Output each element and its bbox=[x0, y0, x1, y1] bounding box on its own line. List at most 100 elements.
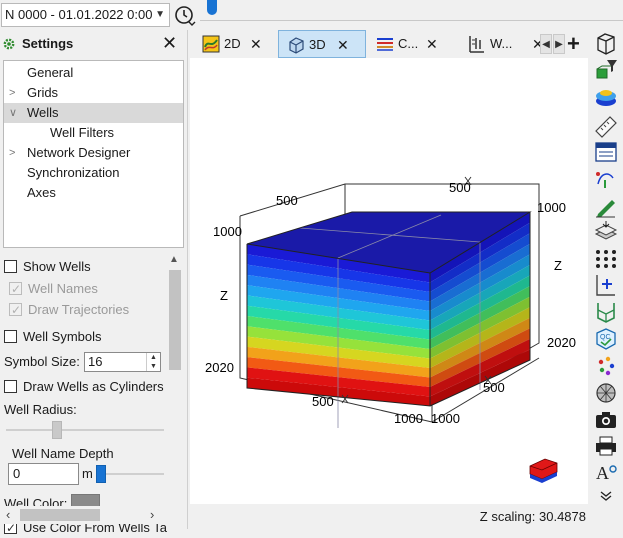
3d-viewport[interactable]: 500 500 1000 1000 Z 2020 Z 2020 500 1000… bbox=[190, 58, 588, 504]
draw-trajectories-checkbox: Draw Trajectories bbox=[9, 300, 129, 320]
tree-item-well-filters[interactable]: Well Filters bbox=[4, 123, 183, 143]
properties-scrollbar[interactable]: ▲ ▼ bbox=[166, 252, 184, 529]
scatter-icon[interactable] bbox=[593, 354, 619, 378]
more-chevron-icon[interactable] bbox=[593, 488, 619, 502]
tree-item-axes[interactable]: Axes bbox=[4, 183, 183, 203]
z-scaling-readout: Z scaling: 30.4878 bbox=[479, 509, 586, 524]
axis-label-right-z: Z bbox=[554, 258, 562, 273]
axis-label-top-1000-right: 1000 bbox=[537, 200, 566, 215]
tree-item-wells[interactable]: ∨ Wells bbox=[4, 103, 183, 123]
settings-tree: General > Grids ∨ Wells Well Filters > N… bbox=[3, 60, 184, 248]
well-symbols-checkbox[interactable]: Well Symbols bbox=[4, 327, 102, 347]
add-pipe-icon[interactable] bbox=[593, 273, 619, 297]
correlation-icon bbox=[377, 38, 393, 51]
settings-title: Settings bbox=[22, 36, 74, 51]
symbol-size-row: Symbol Size: 16 ▲ ▼ bbox=[4, 352, 166, 372]
scroll-left-icon[interactable]: ‹ bbox=[6, 507, 10, 522]
tree-item-grids[interactable]: > Grids bbox=[4, 83, 183, 103]
close-icon[interactable]: ✕ bbox=[162, 33, 177, 54]
sphere-mesh-icon[interactable] bbox=[593, 381, 619, 405]
status-bar: Z scaling: 30.4878 bbox=[190, 504, 588, 529]
tab-3d[interactable]: 3D ✕ bbox=[278, 30, 366, 58]
clock-history-icon[interactable] bbox=[174, 4, 196, 26]
symbol-size-input[interactable]: 16 ▲ ▼ bbox=[84, 352, 161, 372]
depth-unit-label: m bbox=[82, 466, 93, 481]
scroll-up-icon[interactable]: ▲ bbox=[169, 254, 179, 265]
axis-label-left-2020: 2020 bbox=[205, 360, 234, 375]
checkbox-box[interactable] bbox=[4, 330, 17, 343]
time-slider[interactable] bbox=[200, 0, 623, 28]
right-toolbar: QC A bbox=[590, 30, 623, 529]
tab-scroll-right-button[interactable]: ▶ bbox=[553, 34, 565, 54]
axis-label-right-2020: 2020 bbox=[547, 335, 576, 350]
tree-item-synchronization[interactable]: Synchronization bbox=[4, 163, 183, 183]
tree-item-general[interactable]: General bbox=[4, 63, 183, 83]
cube-3d-icon bbox=[289, 37, 304, 54]
gear-icon bbox=[3, 38, 15, 50]
perspective-box-icon[interactable] bbox=[593, 32, 619, 56]
axis-label-bottom-500: 500 bbox=[312, 394, 334, 409]
grid-stack-icon[interactable] bbox=[593, 220, 619, 244]
axis-label-top-500-right: 500 bbox=[449, 180, 471, 195]
tab-2d[interactable]: 2D ✕ bbox=[202, 30, 282, 58]
well-path-icon[interactable] bbox=[593, 166, 619, 190]
map-2d-icon bbox=[202, 35, 220, 53]
well-name-depth-slider-thumb[interactable] bbox=[96, 465, 106, 483]
axis-label-bottom-1000-right: 1000 bbox=[431, 411, 460, 426]
close-icon[interactable]: ✕ bbox=[337, 31, 349, 59]
checkbox-box[interactable] bbox=[4, 260, 17, 273]
time-step-select[interactable]: N 0000 - 01.01.2022 0:00 ▼ bbox=[1, 3, 170, 27]
axis-label-left-z: Z bbox=[220, 288, 228, 303]
3d-scene[interactable]: 500 500 1000 1000 Z 2020 Z 2020 500 1000… bbox=[190, 58, 588, 504]
well-properties: Show Wells Well Names Draw Trajectories … bbox=[0, 252, 186, 511]
checkbox-box[interactable] bbox=[4, 380, 17, 393]
axis-label-bottom-500-right: 500 bbox=[483, 380, 505, 395]
trajectory-icon[interactable] bbox=[593, 300, 619, 324]
well-name-depth-label: Well Name Depth bbox=[12, 446, 114, 461]
show-wells-checkbox[interactable]: Show Wells bbox=[4, 257, 91, 277]
orientation-cube-icon[interactable] bbox=[529, 458, 558, 483]
time-step-value: N 0000 - 01.01.2022 0:00 bbox=[5, 7, 153, 22]
chevron-right-icon[interactable]: > bbox=[9, 83, 21, 103]
chevron-down-icon: ▼ bbox=[155, 9, 165, 20]
horizontal-scrollbar[interactable]: ‹ › bbox=[0, 506, 186, 524]
well-name-depth-slider-track[interactable] bbox=[98, 473, 164, 475]
layers-icon[interactable] bbox=[593, 86, 619, 110]
symbol-size-label: Symbol Size: bbox=[4, 354, 80, 369]
scroll-right-icon[interactable]: › bbox=[150, 507, 154, 522]
filter-icon[interactable] bbox=[593, 57, 619, 81]
draw-cylinders-checkbox[interactable]: Draw Wells as Cylinders bbox=[4, 377, 164, 397]
chevron-right-icon[interactable]: > bbox=[9, 143, 21, 163]
settings-panel: Settings ✕ General > Grids ∨ Wells Well … bbox=[0, 30, 188, 538]
table-icon[interactable] bbox=[593, 140, 619, 164]
spin-buttons[interactable]: ▲ ▼ bbox=[146, 353, 160, 371]
axis-label-left-1000: 1000 bbox=[213, 224, 242, 239]
well-radius-slider-thumb[interactable] bbox=[52, 421, 62, 439]
checkbox-box bbox=[9, 279, 22, 299]
add-tab-button[interactable]: + bbox=[567, 31, 580, 57]
axis-label-top-500: 500 bbox=[276, 193, 298, 208]
close-icon[interactable]: ✕ bbox=[250, 30, 262, 58]
close-icon[interactable]: ✕ bbox=[426, 30, 438, 58]
camera-icon[interactable] bbox=[593, 408, 619, 432]
time-slider-thumb[interactable] bbox=[207, 0, 217, 15]
well-names-checkbox: Well Names bbox=[9, 279, 98, 299]
tab-scroll-left-button[interactable]: ◀ bbox=[540, 34, 552, 54]
well-radius-slider-track[interactable] bbox=[6, 429, 164, 431]
well-name-depth-input[interactable]: 0 bbox=[8, 463, 79, 485]
time-slider-track bbox=[200, 20, 623, 21]
tab-correlation[interactable]: C... ✕ bbox=[376, 30, 456, 58]
print-icon[interactable] bbox=[593, 434, 619, 458]
fault-pen-icon[interactable] bbox=[593, 195, 619, 219]
ruler-icon[interactable] bbox=[593, 114, 619, 138]
tree-item-network-designer[interactable]: > Network Designer bbox=[4, 143, 183, 163]
checkbox-box bbox=[9, 300, 22, 320]
qc-icon[interactable]: QC bbox=[593, 327, 619, 351]
text-format-icon[interactable]: A bbox=[593, 460, 619, 484]
scrollbar-thumb[interactable] bbox=[169, 270, 181, 370]
svg-text:A: A bbox=[596, 463, 609, 483]
chevron-down-icon[interactable]: ∨ bbox=[9, 103, 21, 123]
scrollbar-thumb[interactable] bbox=[20, 509, 100, 521]
top-bar: N 0000 - 01.01.2022 0:00 ▼ bbox=[0, 0, 623, 30]
points-icon[interactable] bbox=[593, 246, 619, 270]
